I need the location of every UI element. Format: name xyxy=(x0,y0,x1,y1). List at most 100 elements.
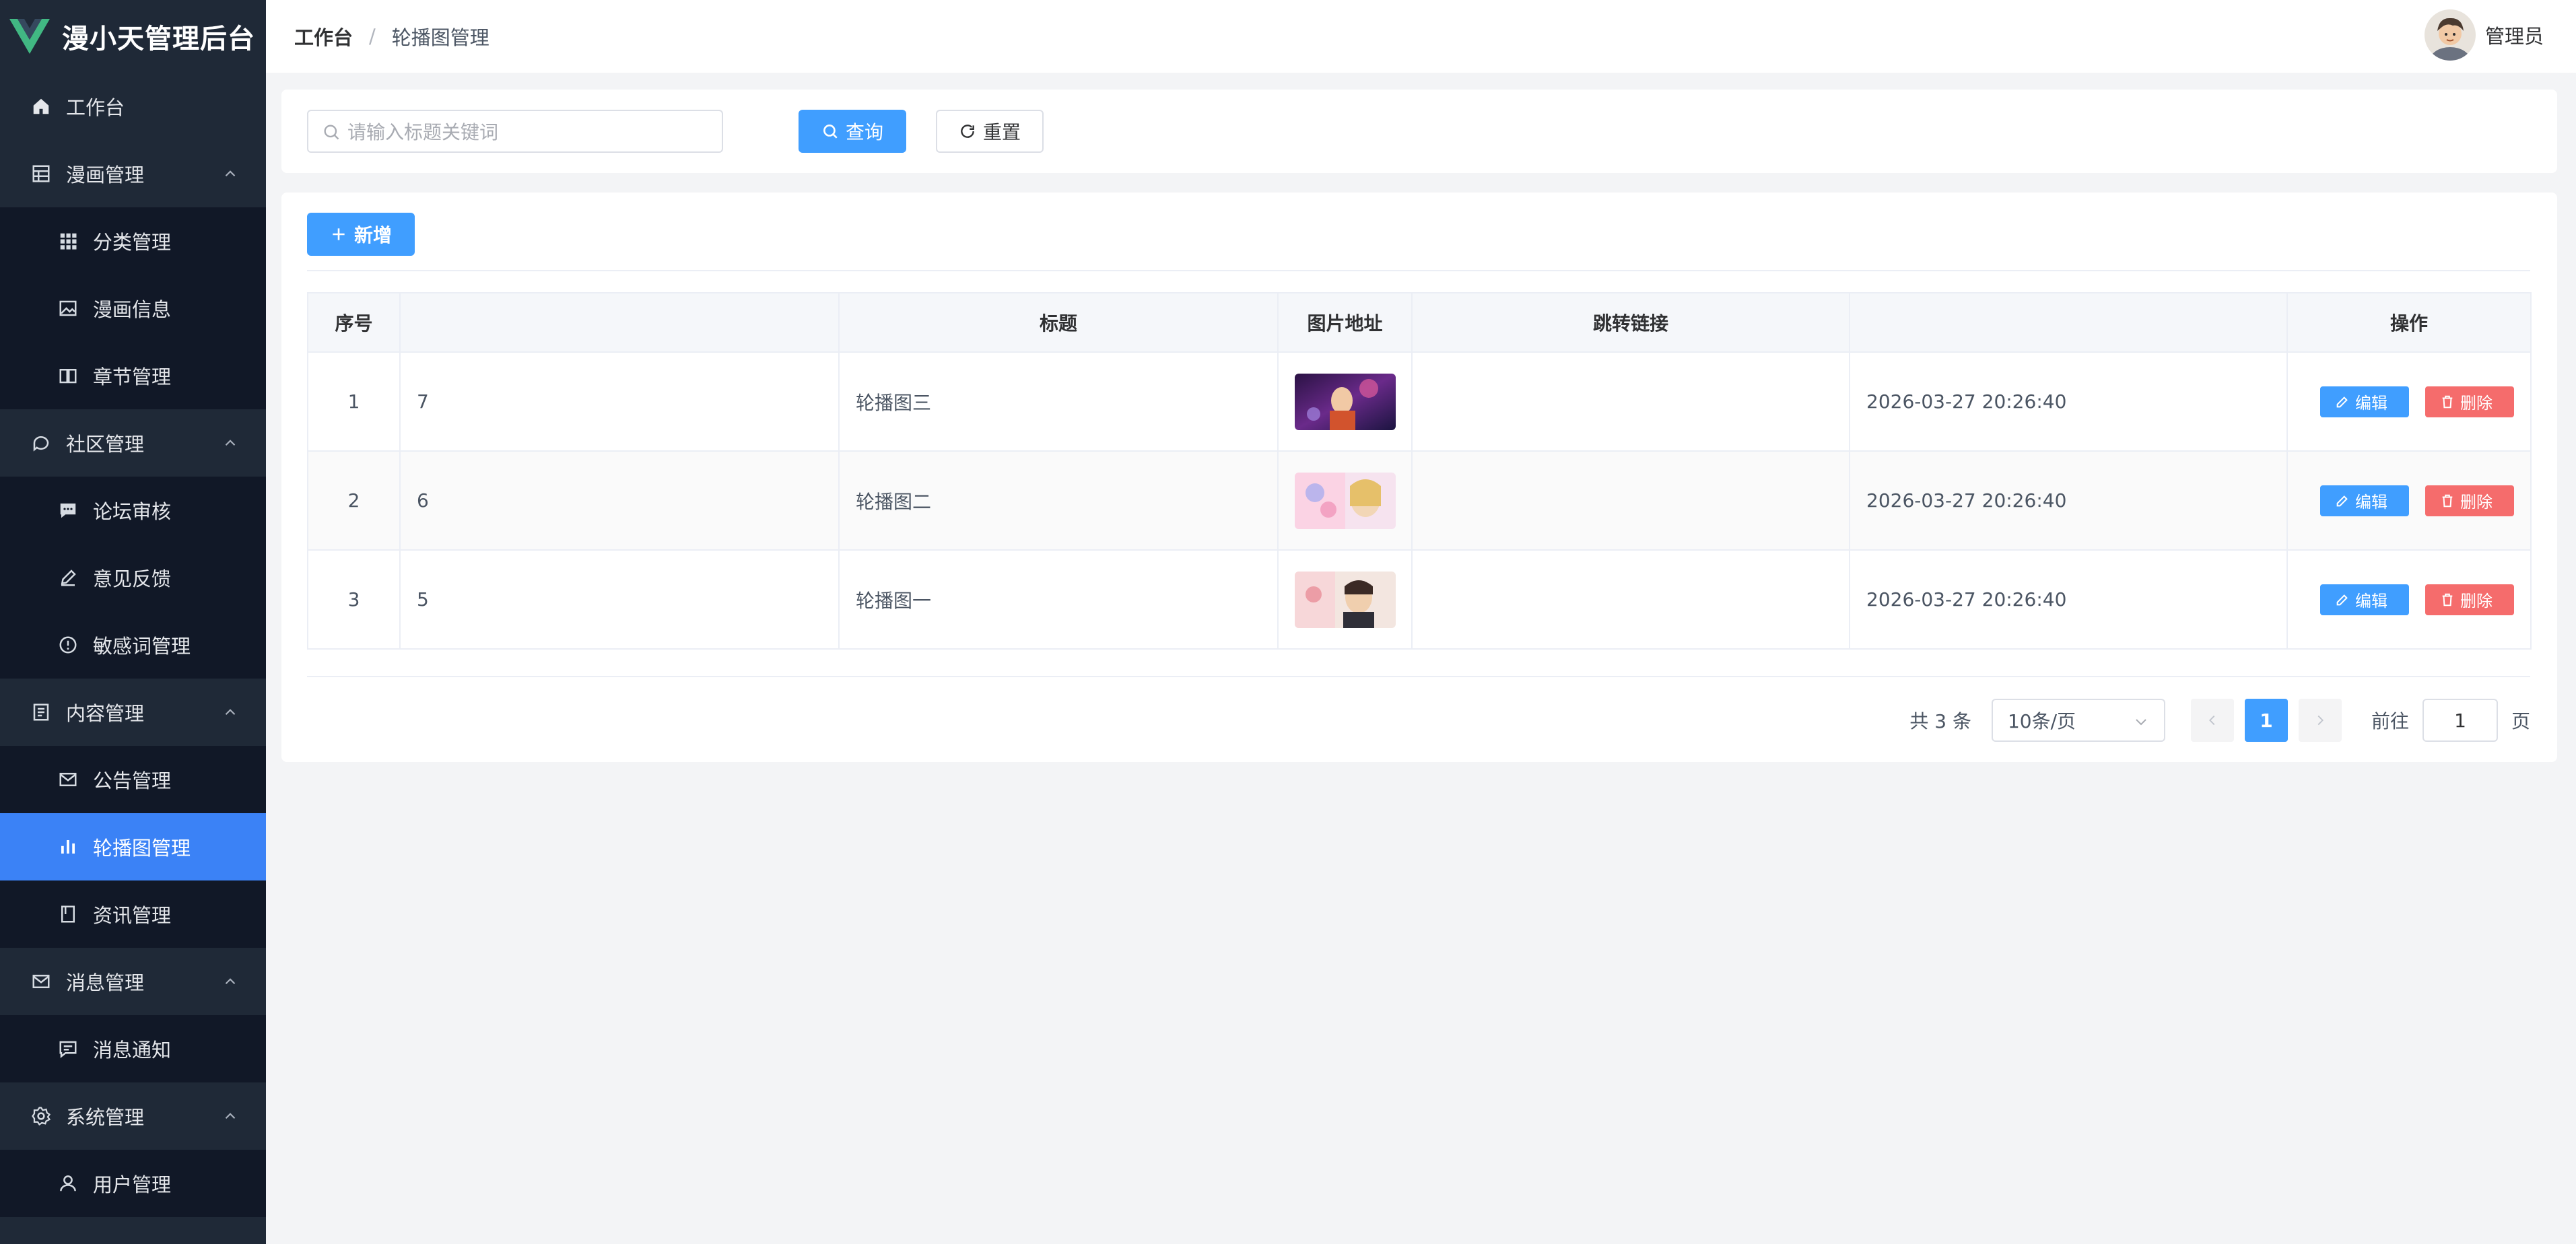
grid-icon xyxy=(57,230,79,252)
sidebar-item-label: 漫画信息 xyxy=(93,298,172,321)
delete-icon xyxy=(2442,395,2453,408)
picture-icon xyxy=(57,297,79,320)
sidebar-item-label: 论坛审核 xyxy=(93,500,172,523)
row-link[interactable] xyxy=(1411,450,1850,551)
banner-thumbnail[interactable] xyxy=(1294,571,1396,628)
sidebar-item-1[interactable]: 漫画管理 xyxy=(0,140,266,207)
chevron-down-icon xyxy=(2136,719,2146,726)
search-placeholder: 请输入标题关键词 xyxy=(347,121,499,143)
sidebar-item-5[interactable]: 社区管理 xyxy=(0,409,266,477)
sidebar-menu: 工作台漫画管理分类管理漫画信息章节管理社区管理论坛审核意见反馈敏感词管理内容管理… xyxy=(0,73,266,1217)
sidebar-item-6[interactable]: 论坛审核 xyxy=(0,477,266,544)
reset-label: 重置 xyxy=(982,121,1021,143)
user-menu[interactable]: 管理员 xyxy=(2424,9,2544,61)
sidebar-item-16[interactable]: 用户管理 xyxy=(0,1150,266,1217)
sidebar-item-label: 意见反馈 xyxy=(93,567,172,590)
sidebar-item-11[interactable]: 轮播图管理 xyxy=(0,813,266,880)
sidebar-item-14[interactable]: 消息通知 xyxy=(0,1015,266,1082)
user-name: 管理员 xyxy=(2484,25,2544,48)
delete-button[interactable]: 删除 xyxy=(2425,485,2514,516)
sidebar-item-12[interactable]: 资讯管理 xyxy=(0,880,266,948)
row-time: 2026-03-27 20:26:40 xyxy=(1849,351,2288,452)
sidebar-item-label: 章节管理 xyxy=(93,366,172,388)
next-page-button[interactable] xyxy=(2298,699,2342,742)
breadcrumb-separator: / xyxy=(369,25,376,48)
edit-button[interactable]: 编辑 xyxy=(2320,485,2409,516)
table-icon xyxy=(30,162,53,185)
row-id: 7 xyxy=(399,351,840,452)
chevron-up-icon xyxy=(222,972,239,990)
sidebar-item-3[interactable]: 漫画信息 xyxy=(0,275,266,342)
chevron-left-icon xyxy=(2209,715,2215,726)
add-label: 新增 xyxy=(353,224,392,246)
row-link[interactable] xyxy=(1411,351,1850,452)
query-button[interactable]: 查询 xyxy=(799,110,906,153)
page-size-value: 10条/页 xyxy=(2007,710,2076,732)
user-icon xyxy=(57,1172,79,1195)
row-title: 轮播图三 xyxy=(838,351,1279,452)
search-card: 请输入标题关键词 查询 重置 xyxy=(281,90,2557,173)
sidebar-item-7[interactable]: 意见反馈 xyxy=(0,544,266,611)
breadcrumb-home[interactable]: 工作台 xyxy=(294,22,353,50)
delete-icon xyxy=(2442,593,2453,606)
sidebar-item-label: 漫画管理 xyxy=(66,164,145,186)
logo[interactable]: 漫小天管理后台 xyxy=(0,0,266,73)
table-row: 1 7 轮播图三 2026-03-27 20:26:40 编辑 删除 xyxy=(307,351,2532,452)
prev-page-button[interactable] xyxy=(2190,699,2234,742)
reset-button[interactable]: 重置 xyxy=(936,110,1044,153)
warning-icon xyxy=(57,633,79,656)
pagination-total: 共 3 条 xyxy=(1909,710,1971,732)
divider xyxy=(307,676,2530,677)
sidebar-item-label: 资讯管理 xyxy=(93,904,172,927)
add-button[interactable]: 新增 xyxy=(307,213,415,256)
row-title: 轮播图一 xyxy=(838,549,1279,650)
banner-thumbnail[interactable] xyxy=(1294,373,1396,430)
row-time: 2026-03-27 20:26:40 xyxy=(1849,450,2288,551)
app-title: 漫小天管理后台 xyxy=(62,24,255,55)
chevron-right-icon xyxy=(2317,715,2324,726)
sidebar-item-9[interactable]: 内容管理 xyxy=(0,679,266,746)
avatar[interactable] xyxy=(2424,9,2476,61)
top-header: 工作台 / 轮播图管理 管理员 xyxy=(266,0,2576,73)
row-time: 2026-03-27 20:26:40 xyxy=(1849,549,2288,650)
goto-page-input[interactable]: 1 xyxy=(2422,699,2498,742)
page-size-select[interactable]: 10条/页 xyxy=(1991,699,2165,742)
edit-button[interactable]: 编辑 xyxy=(2320,386,2409,417)
sidebar-item-label: 轮播图管理 xyxy=(93,837,191,860)
banner-table: 序号 标题 图片地址 跳转链接 操作 1 7 轮播图三 2026-03-27 2… xyxy=(307,292,2532,650)
message-icon xyxy=(57,1037,79,1060)
sidebar-item-10[interactable]: 公告管理 xyxy=(0,746,266,813)
column-header-title: 标题 xyxy=(838,292,1279,353)
delete-button[interactable]: 删除 xyxy=(2425,584,2514,615)
search-icon xyxy=(823,125,838,139)
edit-button[interactable]: 编辑 xyxy=(2320,584,2409,615)
column-header-actions: 操作 xyxy=(2286,292,2532,353)
sidebar-item-2[interactable]: 分类管理 xyxy=(0,207,266,275)
page-number-current[interactable]: 1 xyxy=(2244,699,2288,742)
row-link[interactable] xyxy=(1411,549,1850,650)
column-header-image: 图片地址 xyxy=(1277,292,1413,353)
sidebar-item-label: 分类管理 xyxy=(93,231,172,254)
chevron-up-icon xyxy=(222,164,239,182)
refresh-icon xyxy=(961,125,974,138)
sidebar-item-15[interactable]: 系统管理 xyxy=(0,1082,266,1150)
sidebar-item-label: 消息通知 xyxy=(93,1039,172,1062)
page-suffix: 页 xyxy=(2511,710,2530,732)
gear-icon xyxy=(30,1105,53,1128)
column-header-time xyxy=(1849,292,2288,353)
sidebar-item-13[interactable]: 消息管理 xyxy=(0,948,266,1015)
delete-button[interactable]: 删除 xyxy=(2425,386,2514,417)
chevron-up-icon xyxy=(222,703,239,720)
sidebar-item-0[interactable]: 工作台 xyxy=(0,73,266,140)
row-index: 1 xyxy=(307,351,401,452)
vue-logo-icon xyxy=(9,19,50,54)
sidebar-item-8[interactable]: 敏感词管理 xyxy=(0,611,266,679)
banner-thumbnail[interactable] xyxy=(1294,472,1396,529)
sidebar-item-4[interactable]: 章节管理 xyxy=(0,342,266,409)
pagination: 共 3 条 10条/页 1 前往 1 页 xyxy=(1909,699,2530,742)
goto-label: 前往 xyxy=(2371,710,2409,732)
search-input[interactable]: 请输入标题关键词 xyxy=(307,110,723,153)
sidebar-item-label: 敏感词管理 xyxy=(93,635,191,658)
sidebar-item-label: 消息管理 xyxy=(66,971,145,994)
edit-icon xyxy=(2336,396,2348,407)
